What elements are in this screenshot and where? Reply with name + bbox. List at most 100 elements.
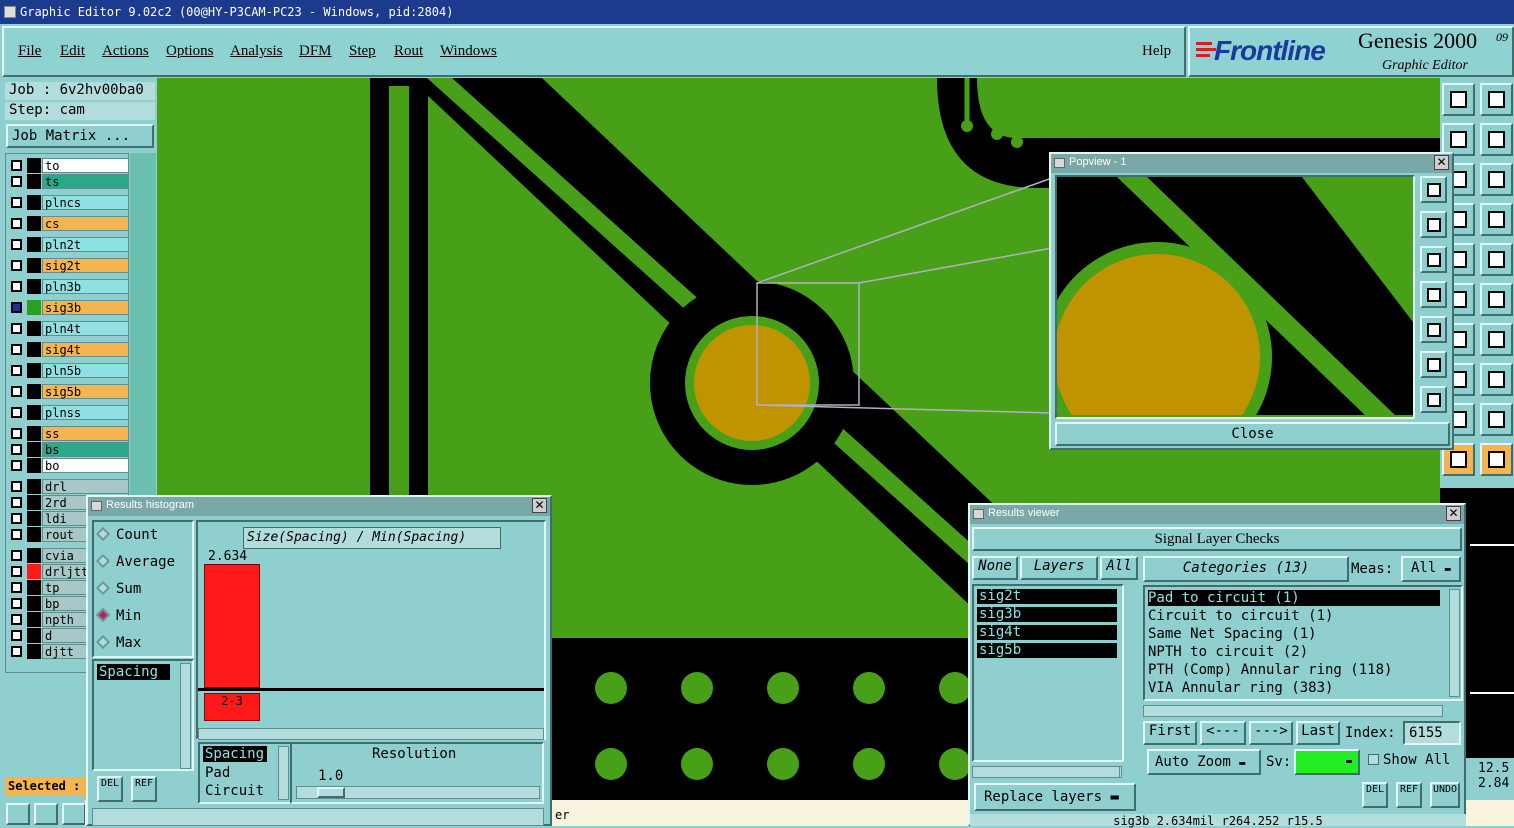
- tool-redo-zoom-icon[interactable]: [1480, 83, 1513, 116]
- layer-color-swatch[interactable]: [27, 174, 41, 189]
- layer-name[interactable]: to: [42, 158, 129, 173]
- layer-name[interactable]: pln2t: [42, 237, 129, 252]
- popview-tool-expand-icon[interactable]: [1420, 351, 1447, 378]
- results-ref-button[interactable]: REF: [1396, 782, 1422, 808]
- tool-break-icon[interactable]: [1480, 363, 1513, 396]
- histogram-bar[interactable]: [204, 564, 260, 688]
- type-list-item-spacing[interactable]: Spacing: [203, 746, 267, 762]
- layer-name[interactable]: pln4t: [42, 321, 129, 336]
- layers-button[interactable]: Layers: [1020, 556, 1098, 580]
- layers-none-button[interactable]: None: [972, 556, 1018, 580]
- tool-rotate-icon[interactable]: [1480, 403, 1513, 436]
- layer-checkbox[interactable]: [11, 218, 22, 229]
- layer-row-cs[interactable]: cs: [7, 216, 129, 231]
- layer-color-swatch[interactable]: [27, 279, 41, 294]
- layer-checkbox[interactable]: [11, 176, 22, 187]
- layer-color-swatch[interactable]: [27, 300, 41, 315]
- layer-checkbox[interactable]: [11, 513, 22, 524]
- layer-checkbox[interactable]: [11, 614, 22, 625]
- layer-color-swatch[interactable]: [27, 363, 41, 378]
- histogram-hscrollbar[interactable]: [198, 728, 544, 740]
- layer-color-swatch[interactable]: [27, 644, 41, 659]
- layer-checkbox[interactable]: [11, 281, 22, 292]
- layer-checkbox[interactable]: [11, 497, 22, 508]
- job-matrix-button[interactable]: Job Matrix ...: [6, 124, 154, 148]
- menu-windows[interactable]: Windows: [440, 43, 497, 60]
- tool-arc-icon[interactable]: [1480, 323, 1513, 356]
- categories-button[interactable]: Categories (13): [1143, 556, 1349, 582]
- first-button[interactable]: First: [1143, 721, 1197, 745]
- layer-row-bo[interactable]: bo: [7, 458, 129, 473]
- layer-checkbox[interactable]: [11, 197, 22, 208]
- menu-step[interactable]: Step: [349, 43, 376, 60]
- menu-edit[interactable]: Edit: [60, 43, 85, 60]
- layer-checkbox[interactable]: [11, 239, 22, 250]
- layer-color-swatch[interactable]: [27, 596, 41, 611]
- layer-checkbox[interactable]: [11, 302, 22, 313]
- tool-pan-icon[interactable]: [1480, 163, 1513, 196]
- index-input[interactable]: 6155: [1403, 721, 1461, 745]
- layer-checkbox[interactable]: [11, 460, 22, 471]
- layer-color-swatch[interactable]: [27, 548, 41, 563]
- category-item[interactable]: Pad to circuit (1): [1148, 590, 1440, 606]
- category-item[interactable]: Circuit to circuit (1): [1148, 608, 1440, 624]
- menu-help[interactable]: Help: [1142, 43, 1171, 60]
- measure-tool-button[interactable]: [34, 803, 58, 825]
- layer-row-pln5b[interactable]: pln5b: [7, 363, 129, 378]
- layer-name[interactable]: sig2t: [42, 258, 129, 273]
- layer-row-drl[interactable]: drl: [7, 479, 129, 494]
- layer-color-swatch[interactable]: [27, 442, 41, 457]
- category-item[interactable]: NPTH to circuit (2): [1148, 644, 1440, 660]
- layer-checkbox[interactable]: [11, 550, 22, 561]
- layer-name[interactable]: plnss: [42, 405, 129, 420]
- layer-row-pln4t[interactable]: pln4t: [7, 321, 129, 336]
- layer-checkbox[interactable]: [11, 646, 22, 657]
- type-list-item-pad[interactable]: Pad: [205, 765, 230, 781]
- result-layer-item[interactable]: sig2t: [977, 589, 1117, 604]
- layer-color-swatch[interactable]: [27, 342, 41, 357]
- result-layer-item[interactable]: sig3b: [977, 607, 1117, 622]
- previous-button[interactable]: <---: [1200, 721, 1246, 745]
- menu-options[interactable]: Options: [166, 43, 214, 60]
- layer-checkbox[interactable]: [11, 444, 22, 455]
- result-layer-item[interactable]: sig5b: [977, 643, 1117, 658]
- layer-row-pln3b[interactable]: pln3b: [7, 279, 129, 294]
- layer-color-swatch[interactable]: [27, 258, 41, 273]
- mode-average-radio[interactable]: Average: [95, 553, 175, 570]
- histogram-ref-button[interactable]: REF: [131, 776, 157, 802]
- layer-checkbox[interactable]: [11, 365, 22, 376]
- layer-color-swatch[interactable]: [27, 216, 41, 231]
- layer-color-swatch[interactable]: [27, 458, 41, 473]
- layer-row-plnss[interactable]: plnss: [7, 405, 129, 420]
- layer-checkbox[interactable]: [11, 598, 22, 609]
- category-item[interactable]: Same Net Spacing (1): [1148, 626, 1440, 642]
- popview-canvas[interactable]: [1055, 175, 1415, 419]
- popview-close-button[interactable]: Close: [1055, 422, 1450, 446]
- layer-row-bs[interactable]: bs: [7, 442, 129, 457]
- sv-color-dropdown[interactable]: ▬: [1294, 749, 1360, 775]
- layer-name[interactable]: sig4t: [42, 342, 129, 357]
- snap-tool-button[interactable]: [6, 803, 30, 825]
- menu-rout[interactable]: Rout: [394, 43, 423, 60]
- next-button[interactable]: --->: [1249, 721, 1293, 745]
- resolution-slider[interactable]: [296, 786, 540, 799]
- layer-checkbox[interactable]: [11, 160, 22, 171]
- close-icon[interactable]: ✕: [1434, 155, 1449, 170]
- results-category-list[interactable]: Pad to circuit (1) Circuit to circuit (1)…: [1143, 585, 1463, 701]
- layers-all-button[interactable]: All: [1100, 556, 1138, 580]
- layer-checkbox[interactable]: [11, 407, 22, 418]
- layer-row-sig5b[interactable]: sig5b: [7, 384, 129, 399]
- mode-min-radio[interactable]: Min: [95, 607, 141, 624]
- layer-name[interactable]: plncs: [42, 195, 129, 210]
- resolution-slider-thumb[interactable]: [317, 787, 345, 798]
- layer-checkbox[interactable]: [11, 566, 22, 577]
- layer-color-swatch[interactable]: [27, 405, 41, 420]
- layer-row-pln2t[interactable]: pln2t: [7, 237, 129, 252]
- menu-dfm[interactable]: DFM: [299, 43, 332, 60]
- layer-checkbox[interactable]: [11, 260, 22, 271]
- category-hscrollbar[interactable]: [1143, 705, 1443, 717]
- category-item[interactable]: PTH (Comp) Annular ring (118): [1148, 662, 1440, 678]
- auto-zoom-dropdown[interactable]: Auto Zoom ▬: [1147, 749, 1261, 775]
- type-list-scrollbar[interactable]: [278, 746, 289, 800]
- show-all-checkbox[interactable]: [1368, 754, 1379, 765]
